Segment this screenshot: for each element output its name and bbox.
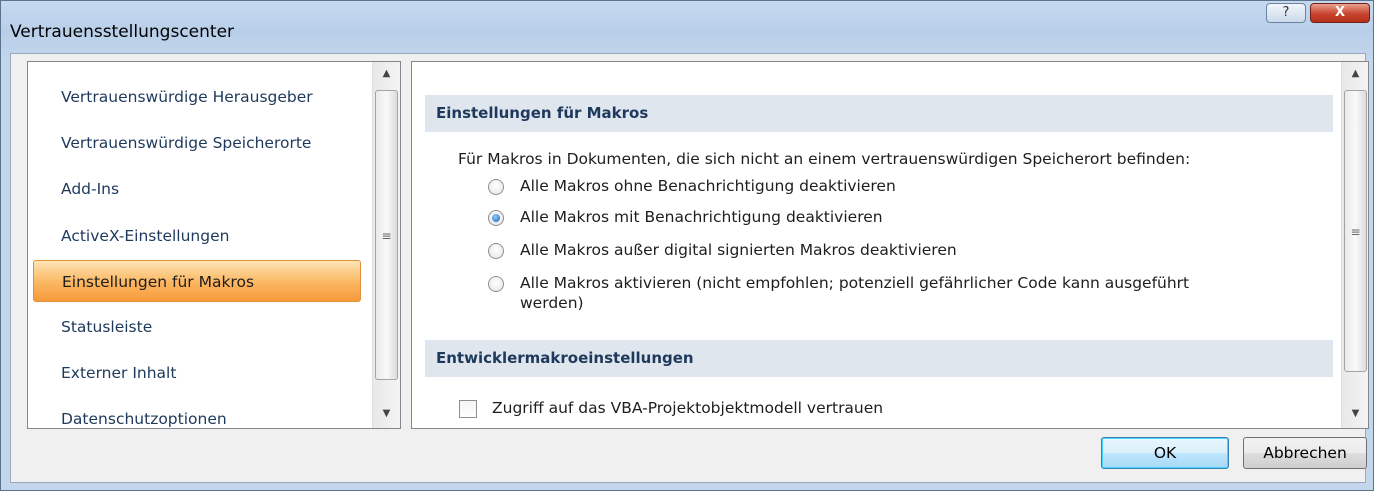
developer-macro-settings-header: Entwicklermakroeinstellungen [425,340,1333,377]
window-title: Vertrauensstellungscenter [10,22,235,42]
vba-trust-label: Zugriff auf das VBA-Projektobjektmodell … [492,399,884,417]
radio-button[interactable] [488,243,504,259]
nav-item-macro-settings[interactable]: Einstellungen für Makros [33,260,361,302]
title-bar[interactable]: Vertrauensstellungscenter ? X [1,1,1373,51]
help-button[interactable]: ? [1266,3,1306,23]
scroll-down-arrow-icon[interactable]: ▼ [373,402,400,426]
category-list: Vertrauenswürdige Herausgeber Vertrauens… [27,61,401,429]
radio-label-line1: Alle Makros aktivieren (nicht empfohlen;… [520,274,1190,292]
radio-button[interactable] [488,276,504,292]
vba-trust-checkbox[interactable] [459,400,477,418]
nav-item-status-bar[interactable]: Statusleiste [33,306,361,348]
trust-center-dialog: Vertrauensstellungscenter ? X Vertrauens… [0,0,1374,491]
radio-button-selected[interactable] [488,210,504,226]
cancel-button[interactable]: Abbrechen [1243,437,1367,469]
scroll-up-arrow-icon[interactable]: ▲ [1342,62,1368,86]
content-scrollbar[interactable]: ▲ ≡ ▼ [1341,62,1368,428]
close-icon: X [1334,5,1346,20]
scroll-thumb[interactable]: ≡ [1344,90,1367,372]
nav-item-trusted-publishers[interactable]: Vertrauenswürdige Herausgeber [33,76,361,118]
nav-item-trusted-locations[interactable]: Vertrauenswürdige Speicherorte [33,122,361,164]
radio-label: Alle Makros außer digital signierten Mak… [520,241,957,259]
scroll-grip-icon: ≡ [381,229,392,243]
nav-item-add-ins[interactable]: Add-Ins [33,168,361,210]
macro-settings-header: Einstellungen für Makros [425,95,1333,132]
category-list-scrollbar[interactable]: ▲ ≡ ▼ [372,62,400,428]
ok-button[interactable]: OK [1101,437,1229,469]
scroll-grip-icon: ≡ [1350,225,1361,239]
nav-item-privacy-options[interactable]: Datenschutzoptionen [33,398,361,428]
scroll-thumb[interactable]: ≡ [375,90,398,380]
radio-label-line2: werden) [520,294,584,312]
macro-settings-intro: Für Makros in Dokumenten, die sich nicht… [458,150,1191,168]
help-icon: ? [1282,5,1290,20]
scroll-up-arrow-icon[interactable]: ▲ [373,62,400,86]
radio-label: Alle Makros ohne Benachrichtigung deakti… [520,177,896,195]
nav-item-external-content[interactable]: Externer Inhalt [33,352,361,394]
nav-item-activex-settings[interactable]: ActiveX-Einstellungen [33,215,361,257]
close-button[interactable]: X [1310,3,1370,23]
macro-settings-panel: Einstellungen für Makros Für Makros in D… [411,61,1369,429]
radio-label: Alle Makros mit Benachrichtigung deaktiv… [520,208,883,226]
radio-button[interactable] [488,179,504,195]
scroll-down-arrow-icon[interactable]: ▼ [1342,402,1368,426]
